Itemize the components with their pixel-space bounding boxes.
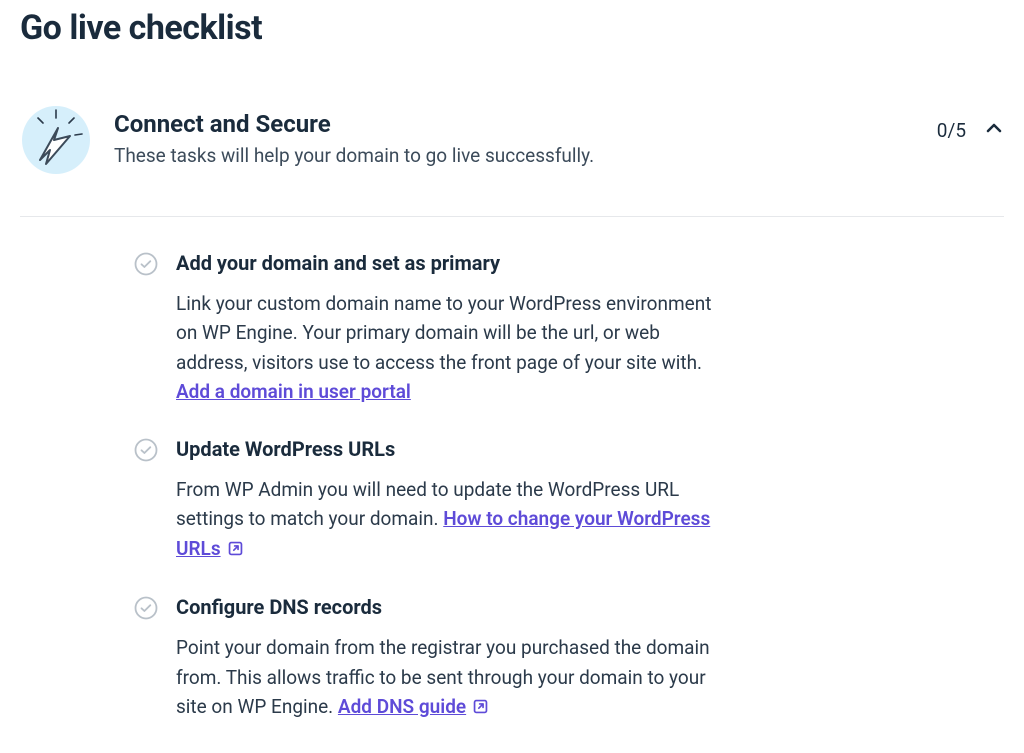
chevron-up-icon[interactable] bbox=[984, 118, 1004, 142]
connect-secure-icon bbox=[20, 104, 92, 176]
external-link-icon bbox=[227, 536, 244, 565]
task-item: Configure DNS records Point your domain … bbox=[134, 595, 1004, 723]
task-title: Update WordPress URLs bbox=[176, 437, 736, 461]
task-item: Update WordPress URLs From WP Admin you … bbox=[134, 437, 1004, 565]
page-title: Go live checklist bbox=[20, 8, 1004, 48]
task-body: From WP Admin you will need to update th… bbox=[176, 475, 736, 565]
task-title: Configure DNS records bbox=[176, 595, 736, 619]
external-link-icon bbox=[472, 694, 489, 723]
task-item: Add your domain and set as primary Link … bbox=[134, 251, 1004, 407]
section-subtitle: These tasks will help your domain to go … bbox=[114, 144, 915, 167]
task-body: Link your custom domain name to your Wor… bbox=[176, 289, 736, 407]
add-dns-guide-link[interactable]: Add DNS guide bbox=[338, 695, 489, 718]
section-header[interactable]: Connect and Secure These tasks will help… bbox=[20, 104, 1004, 217]
task-body: Point your domain from the registrar you… bbox=[176, 633, 736, 723]
check-circle-icon[interactable] bbox=[134, 252, 158, 276]
task-title: Add your domain and set as primary bbox=[176, 251, 736, 275]
task-description: Link your custom domain name to your Wor… bbox=[176, 292, 711, 374]
task-list: Add your domain and set as primary Link … bbox=[20, 251, 1004, 723]
section-title: Connect and Secure bbox=[114, 110, 915, 138]
check-circle-icon[interactable] bbox=[134, 596, 158, 620]
progress-count: 0/5 bbox=[937, 119, 966, 142]
check-circle-icon[interactable] bbox=[134, 438, 158, 462]
add-domain-link[interactable]: Add a domain in user portal bbox=[176, 380, 411, 403]
